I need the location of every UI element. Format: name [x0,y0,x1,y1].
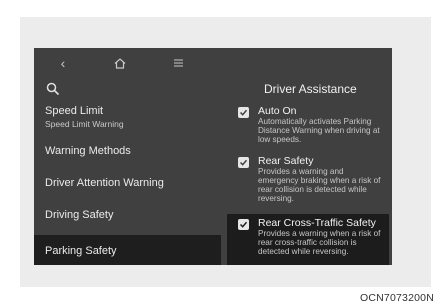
menu-icon[interactable] [172,55,184,71]
menu-item-speed-limit[interactable]: Speed Limit Speed Limit Warning [34,105,222,129]
option-description: Automatically activates Parking Distance… [258,117,380,144]
option-auto-on[interactable]: Auto On Automatically activates Parking … [230,105,388,147]
figure-code: OCN7073200N [360,292,434,304]
checkbox-checked-icon[interactable] [238,219,249,230]
menu-item-parking-safety[interactable]: Parking Safety [34,235,221,265]
option-title: Rear Safety [258,155,314,167]
checkbox-checked-icon[interactable] [238,107,249,118]
checkbox-checked-icon[interactable] [238,157,249,168]
top-nav-bar: ‹ [34,48,204,78]
menu-item-sublabel: Speed Limit Warning [45,119,124,129]
menu-item-label: Warning Methods [45,145,131,157]
option-rear-cross-traffic-safety[interactable]: Rear Cross-Traffic Safety Provides a war… [227,214,389,265]
panel-title: Driver Assistance [264,82,357,96]
menu-item-driver-attention-warning[interactable]: Driver Attention Warning [34,177,222,189]
option-rear-safety[interactable]: Rear Safety Provides a warning and emerg… [230,155,388,207]
menu-item-driving-safety[interactable]: Driving Safety [34,209,222,221]
menu-item-label: Parking Safety [45,245,117,257]
infotainment-screen: ‹ Speed Limit Speed Limit Warning Warnin… [34,48,392,265]
menu-item-label: Speed Limit [45,105,104,117]
menu-item-warning-methods[interactable]: Warning Methods [34,145,222,157]
menu-item-label: Driver Attention Warning [45,177,164,189]
option-title: Auto On [258,105,297,117]
menu-item-label: Driving Safety [45,209,114,221]
search-icon[interactable] [46,82,62,98]
back-chevron-icon[interactable]: ‹ [56,55,70,71]
home-icon[interactable] [112,55,128,71]
option-title: Rear Cross-Traffic Safety [258,217,376,229]
option-description: Provides a warning when a risk of rear c… [258,229,381,256]
option-description: Provides a warning and emergency braking… [258,167,381,203]
